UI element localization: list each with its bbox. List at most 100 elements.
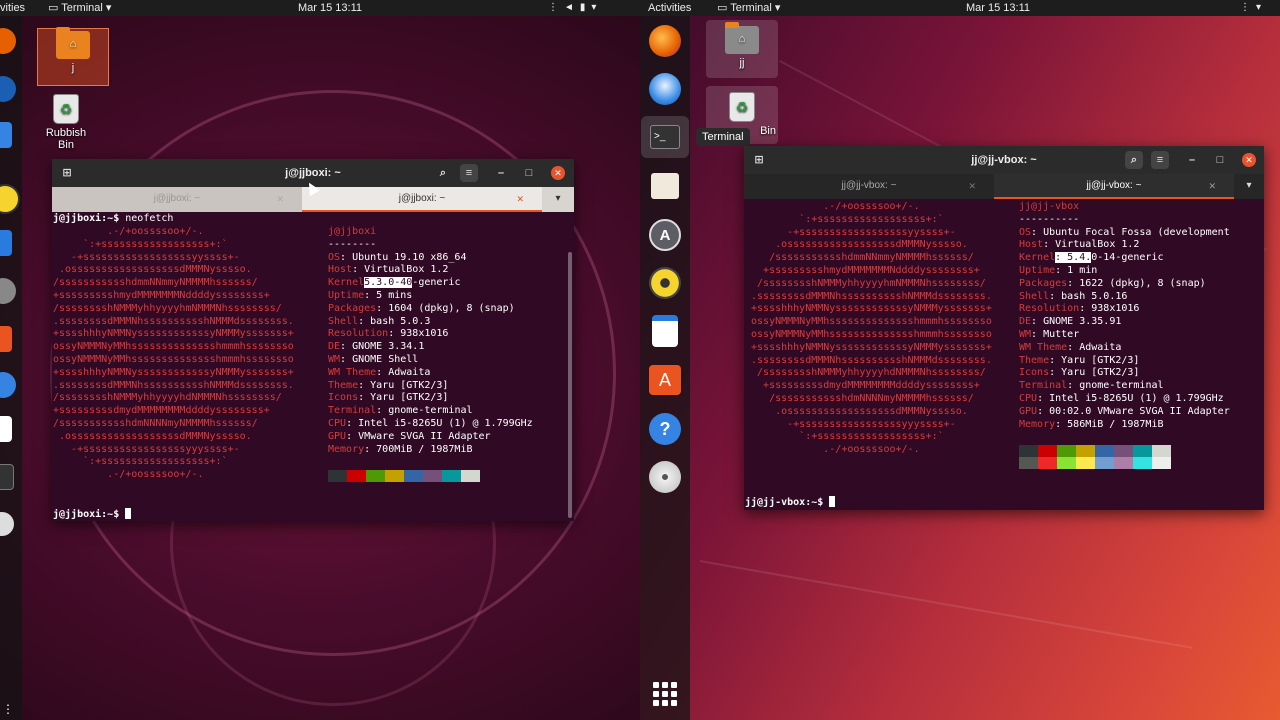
firefox-icon[interactable] [649, 25, 681, 57]
info-value: -generic [412, 277, 461, 289]
app-menu[interactable]: ▭ Terminal ▾ [717, 0, 780, 16]
info-row: Resolution: 938x1016 [328, 328, 533, 341]
close-tab-icon[interactable]: ✕ [1208, 174, 1216, 198]
desktop-trash[interactable]: ♻ Rubbish Bin [37, 94, 95, 151]
search-icon[interactable]: ⌕ [434, 164, 452, 182]
terminal-window: ⊞ j@jjboxi: ~ ⌕ ≡ – □ ✕ j@jjboxi: ~ ✕ j@… [52, 159, 574, 521]
rhythmbox-icon[interactable] [0, 184, 20, 214]
ascii-logo-line: /ssssssssssshdmNNNNmyNMMMMhssssss/ [745, 392, 974, 404]
ascii-logo-line: `:+ssssssssssssssssss+:` [53, 456, 228, 468]
thunderbird-icon[interactable] [649, 73, 681, 105]
info-value: : gnome-terminal [376, 405, 473, 417]
close-tab-icon[interactable]: ✕ [276, 187, 284, 211]
terminal-icon: ▭ [717, 2, 731, 14]
desktop-home-folder[interactable]: ⌂ jj [706, 20, 778, 78]
minimize-icon[interactable]: – [492, 164, 510, 182]
desktop-home-folder[interactable]: ⌂ j [37, 27, 109, 86]
firefox-icon[interactable] [0, 28, 16, 54]
separator: -------- [328, 238, 377, 250]
rhythmbox-icon[interactable] [649, 267, 681, 299]
help-icon[interactable]: ? [649, 413, 681, 445]
info-row: WM Theme: Adwaita [328, 367, 533, 380]
tab-2[interactable]: j@jjboxi: ~ ✕ [302, 187, 542, 212]
clock[interactable]: Mar 15 13:11 [298, 0, 362, 16]
thunderbird-icon[interactable] [0, 76, 16, 102]
ascii-logo-line: .-/+oossssoo+/-. [53, 226, 204, 237]
disc-icon[interactable] [0, 512, 14, 536]
tab-1[interactable]: jj@jj-vbox: ~ ✕ [744, 174, 994, 199]
chevron-down-icon: ▾ [591, 2, 603, 13]
app-menu[interactable]: ▭ Terminal ▾ [48, 0, 111, 16]
info-value: : Mutter [1031, 328, 1080, 340]
system-tray[interactable]: ⋮◄▮▾ [548, 0, 602, 16]
dock: ⋮ [0, 16, 22, 720]
close-tab-icon[interactable]: ✕ [516, 187, 524, 211]
software-updater-icon[interactable]: A [649, 219, 681, 251]
tab-1[interactable]: j@jjboxi: ~ ✕ [52, 187, 302, 212]
info-value: : 938x1016 [1079, 303, 1140, 315]
activities-button[interactable]: vities [0, 0, 25, 16]
ascii-logo-line: .ssssssssdMMMNhsssssssssshNMMMdssssssss. [745, 354, 992, 366]
help-icon[interactable] [0, 372, 16, 398]
ascii-logo-line: /sssssssshNMMMyhhyyyyhmNMMMNhssssssss/ [53, 302, 282, 314]
ascii-logo-line: -+ssssssssssssssssssyyssss+- [53, 251, 240, 263]
color-swatch [1076, 457, 1095, 469]
menu-icon[interactable]: ≡ [460, 164, 478, 182]
chevron-down-icon: ▾ [1256, 2, 1268, 13]
info-key: Theme [1019, 354, 1050, 366]
color-swatch [404, 470, 423, 482]
ascii-logo-line: /ssssssssssshdmmNNmmyNMMMMhssssss/ [745, 252, 974, 264]
activities-button[interactable]: Activities [648, 0, 691, 16]
show-apps-icon[interactable] [653, 682, 677, 706]
files-icon[interactable] [651, 173, 679, 199]
info-row: CPU: Intel i5-8265U (1) @ 1.799GHz [328, 418, 533, 431]
tabs-menu-button[interactable]: ▾ [542, 187, 574, 212]
terminal-content[interactable]: j@jjboxi:~$ neofetch .-/+oossssoo+/-. `:… [52, 212, 574, 521]
scrollbar[interactable] [568, 252, 572, 518]
info-key: Host [328, 264, 353, 276]
writer-icon[interactable] [652, 315, 678, 347]
writer-icon[interactable] [0, 230, 12, 256]
info-value: : VirtualBox 1.2 [1043, 239, 1140, 251]
maximize-icon[interactable]: □ [1211, 151, 1229, 169]
info-value: : Intel i5-8265U (1) @ 1.799GHz [1037, 392, 1224, 404]
color-swatches-bright [1019, 457, 1171, 469]
info-value: : Adwaita [376, 366, 431, 378]
files-icon[interactable] [0, 122, 12, 148]
tab-label: j@jjboxi: ~ [153, 193, 201, 204]
prompt: j@jjboxi:~$ [53, 509, 120, 520]
terminal-glyph: >_ [650, 125, 680, 149]
terminal-icon[interactable]: >_ [641, 116, 689, 158]
clock[interactable]: Mar 15 13:11 [966, 0, 1030, 16]
info-key: Shell [1019, 290, 1050, 302]
system-tray[interactable]: ⋮▾ [1240, 0, 1267, 16]
info-value: : gnome-terminal [1067, 380, 1164, 392]
user-host: jj@jj-vbox [1019, 201, 1080, 212]
show-apps-icon[interactable]: ⋮ [2, 702, 14, 716]
minimize-icon[interactable]: – [1183, 151, 1201, 169]
ubuntu-software-icon[interactable]: A [649, 365, 681, 395]
software-icon[interactable] [0, 326, 12, 352]
close-tab-icon[interactable]: ✕ [968, 174, 976, 198]
close-icon[interactable]: ✕ [1242, 153, 1256, 167]
tabs-menu-button[interactable]: ▾ [1234, 174, 1264, 199]
ascii-logo-line: /ssssssssssshdmNNNNmyNMMMMhssssss/ [53, 417, 258, 429]
info-value: : Ubuntu 19.10 x86_64 [340, 251, 467, 263]
menu-icon[interactable]: ≡ [1151, 151, 1169, 169]
disc-icon[interactable] [649, 461, 681, 493]
maximize-icon[interactable]: □ [520, 164, 538, 182]
amazon-icon[interactable] [0, 416, 12, 442]
window-titlebar[interactable]: ⊞ jj@jj-vbox: ~ ⌕ ≡ – □ ✕ [744, 146, 1264, 174]
info-key: Packages [328, 302, 377, 314]
terminal-content[interactable]: .-/+oossssoo+/-. `:+ssssssssssssssssss+:… [744, 199, 1264, 510]
terminal-icon[interactable] [0, 464, 14, 490]
ascii-logo-line: -+sssssssssssssssssyyyssss+- [53, 443, 240, 455]
wallpaper-line [699, 560, 1193, 649]
info-row: Terminal: gnome-terminal [1019, 380, 1230, 393]
tab-2[interactable]: jj@jj-vbox: ~ ✕ [994, 174, 1234, 199]
info-value: : GNOME 3.35.91 [1031, 316, 1122, 328]
ascii-logo-line: +sssshhhyNMMNyssssssssssssyNMMMysssssss+ [53, 366, 294, 378]
search-icon[interactable]: ⌕ [1125, 151, 1143, 169]
close-icon[interactable]: ✕ [551, 166, 565, 180]
settings-icon[interactable] [0, 278, 16, 304]
